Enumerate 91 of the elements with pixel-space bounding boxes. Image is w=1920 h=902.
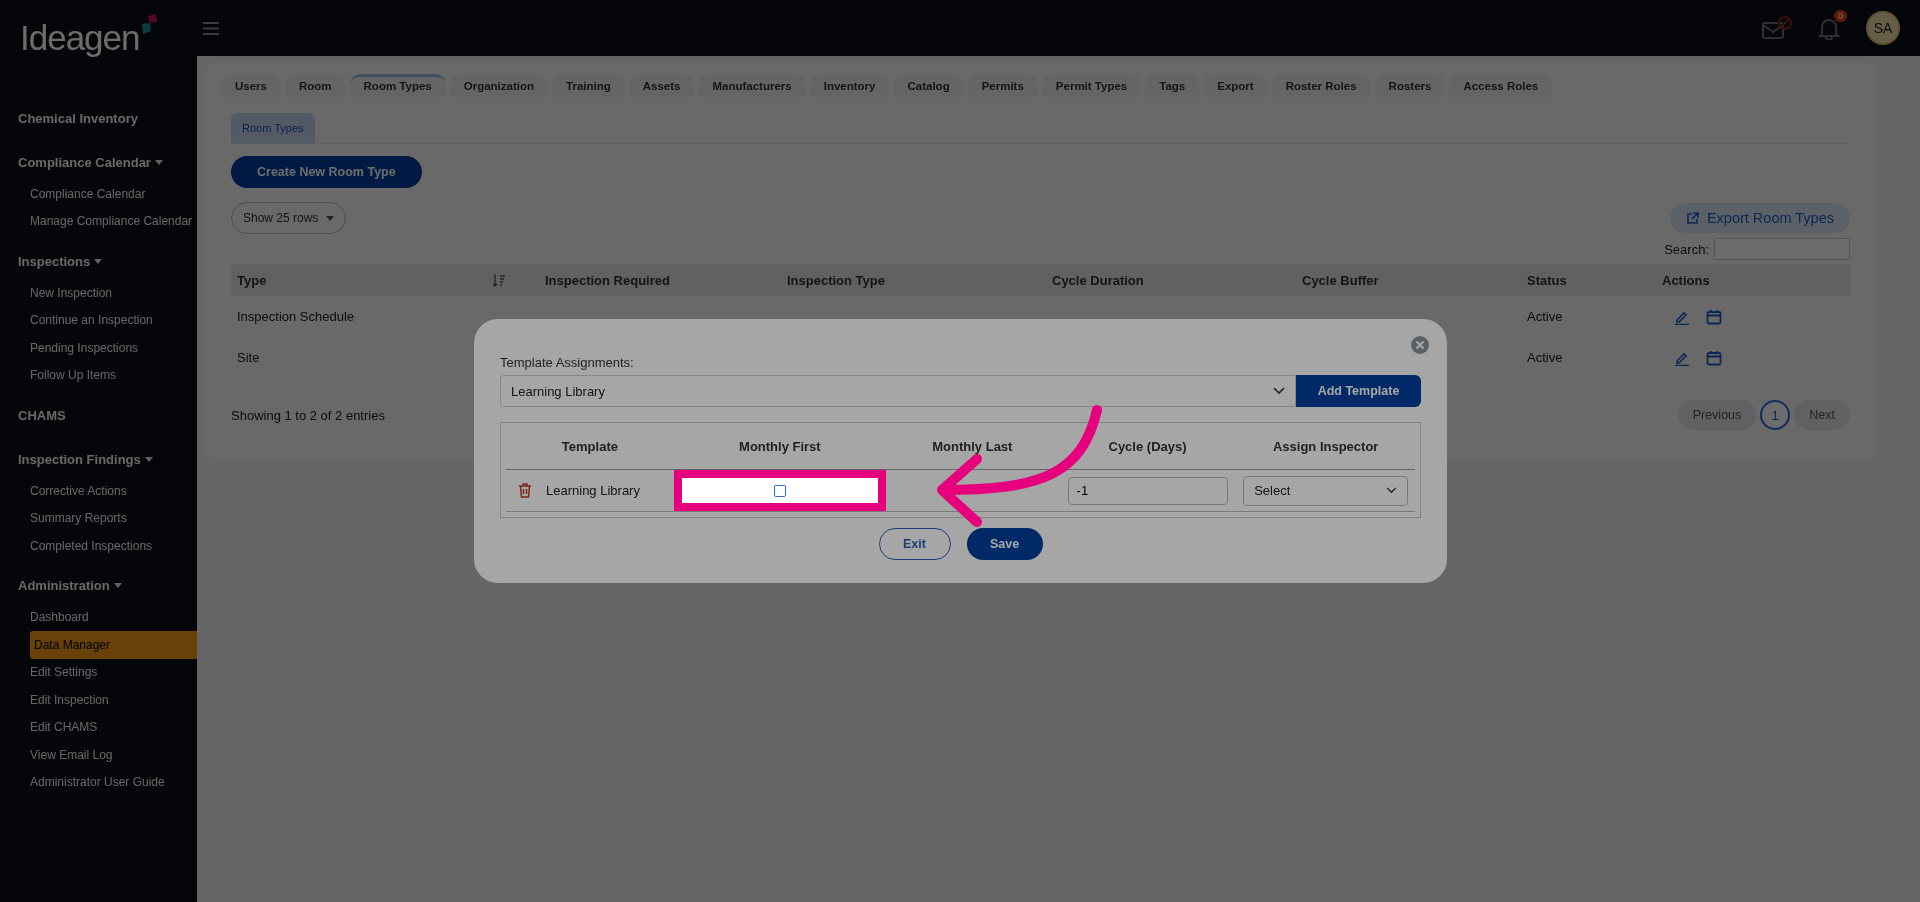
column-header[interactable]: Cycle Duration bbox=[1052, 272, 1144, 288]
sidebar-section-header[interactable]: Inspections bbox=[0, 247, 197, 275]
column-header: Monthly First bbox=[739, 438, 821, 454]
bell-icon[interactable] bbox=[1818, 16, 1840, 40]
sidebar-item[interactable]: Compliance Calendar bbox=[0, 180, 197, 208]
notification-badge: 0 bbox=[1834, 10, 1847, 22]
tab[interactable]: Room Types bbox=[349, 74, 446, 97]
sidebar-item[interactable]: View Email Log bbox=[0, 741, 197, 769]
column-header: Monthly Last bbox=[932, 438, 1013, 454]
tab[interactable]: Organization bbox=[449, 74, 548, 97]
logo-mark-icon bbox=[139, 14, 158, 36]
tab[interactable]: Rosters bbox=[1374, 74, 1446, 97]
tab[interactable]: Training bbox=[552, 74, 625, 97]
sidebar-item[interactable]: New Inspection bbox=[0, 279, 197, 307]
sidebar-item[interactable]: Continue an Inspection bbox=[0, 306, 197, 334]
sidebar-item[interactable]: Completed Inspections bbox=[0, 532, 197, 560]
sidebar-item[interactable]: Summary Reports bbox=[0, 504, 197, 532]
mail-icon[interactable] bbox=[1762, 16, 1792, 40]
sidebar-item[interactable]: Manage Compliance Calendar bbox=[0, 207, 197, 235]
calendar-icon[interactable] bbox=[1706, 308, 1722, 325]
sidebar-item[interactable]: Corrective Actions bbox=[0, 477, 197, 505]
exit-button[interactable]: Exit bbox=[878, 528, 951, 560]
column-header[interactable]: Inspection Required bbox=[545, 272, 670, 288]
export-icon bbox=[1685, 211, 1699, 225]
column-header: Assign Inspector bbox=[1272, 438, 1379, 454]
sidebar-section-header[interactable]: Inspection Findings bbox=[0, 445, 197, 473]
tab[interactable]: Assets bbox=[628, 74, 695, 97]
column-header: Template bbox=[561, 438, 618, 454]
previous-button[interactable]: Previous bbox=[1677, 400, 1757, 430]
search-label: Search: bbox=[1664, 241, 1709, 257]
column-header[interactable]: Cycle Buffer bbox=[1302, 272, 1379, 288]
entries-info: Showing 1 to 2 of 2 entries bbox=[231, 407, 385, 423]
sidebar-item[interactable]: Pending Inspections bbox=[0, 334, 197, 362]
table-cell: Active bbox=[1527, 350, 1563, 365]
table-cell: Site bbox=[237, 350, 260, 365]
column-header: Cycle (Days) bbox=[1108, 438, 1187, 454]
add-template-button[interactable]: Add Template bbox=[1296, 375, 1421, 407]
table-cell: Active bbox=[1527, 309, 1563, 324]
logo-text: Ideagen bbox=[20, 20, 140, 55]
column-header[interactable]: Inspection Type bbox=[787, 272, 885, 288]
page-button[interactable]: 1 bbox=[1760, 400, 1791, 430]
field-label: Template Assignments: bbox=[500, 355, 635, 370]
caret-icon bbox=[94, 258, 103, 264]
tab[interactable]: Roster Roles bbox=[1271, 74, 1371, 97]
template-dropdown[interactable]: Learning Library bbox=[500, 375, 1296, 407]
checkbox[interactable] bbox=[774, 484, 786, 497]
calendar-icon[interactable] bbox=[1706, 349, 1722, 366]
tab[interactable]: Users bbox=[221, 74, 281, 97]
trash-icon[interactable] bbox=[518, 483, 532, 498]
create-button[interactable]: Create New Room Type bbox=[231, 156, 422, 188]
tab[interactable]: Inventory bbox=[809, 74, 890, 97]
sidebar-section-header[interactable]: Administration bbox=[0, 571, 197, 600]
sidebar-item[interactable]: Administrator User Guide bbox=[0, 768, 197, 796]
inspector-dropdown[interactable]: Select bbox=[1243, 475, 1409, 506]
column-header[interactable]: Type bbox=[237, 272, 267, 288]
sidebar-item[interactable]: Follow Up Items bbox=[0, 361, 197, 389]
column-header[interactable]: Status bbox=[1527, 272, 1567, 288]
sidebar-section-header[interactable]: CHAMS bbox=[0, 401, 197, 429]
column-header[interactable]: Actions bbox=[1662, 272, 1710, 288]
sub-tab[interactable]: Room Types bbox=[231, 113, 315, 143]
tab[interactable]: Tags bbox=[1145, 74, 1200, 97]
sidebar-item[interactable]: Edit Settings bbox=[0, 658, 197, 686]
close-icon[interactable] bbox=[1411, 336, 1429, 354]
sidebar-section-header[interactable]: Chemical Inventory bbox=[0, 104, 197, 132]
sidebar-item[interactable]: Edit CHAMS bbox=[0, 713, 197, 741]
tab[interactable]: Export bbox=[1203, 74, 1268, 97]
tab[interactable]: Catalog bbox=[893, 74, 964, 97]
tab[interactable]: Manufacturers bbox=[698, 74, 806, 97]
caret-icon bbox=[113, 583, 122, 588]
chevron-down-icon bbox=[1386, 487, 1398, 494]
table-cell: Inspection Schedule bbox=[237, 309, 355, 324]
menu-icon[interactable] bbox=[203, 21, 219, 35]
caret-icon bbox=[144, 456, 153, 462]
caret-icon bbox=[154, 159, 163, 165]
cycle-days-field[interactable]: -1 bbox=[1067, 476, 1228, 505]
tab[interactable]: Permit Types bbox=[1041, 74, 1142, 97]
caret-icon bbox=[326, 215, 335, 221]
sidebar-item[interactable]: Dashboard bbox=[0, 603, 197, 631]
chevron-down-icon bbox=[1273, 387, 1285, 395]
export-button[interactable]: Export Room Types bbox=[1669, 203, 1850, 233]
save-button[interactable]: Save bbox=[966, 528, 1043, 560]
tab[interactable]: Access Roles bbox=[1449, 74, 1553, 97]
table-cell: Learning Library bbox=[546, 483, 640, 498]
sidebar-item[interactable]: Edit Inspection bbox=[0, 686, 197, 714]
sidebar-item[interactable]: Data Manager bbox=[30, 631, 197, 659]
tab[interactable]: Permits bbox=[967, 74, 1038, 97]
next-button[interactable]: Next bbox=[1794, 400, 1850, 430]
user-avatar[interactable]: SA bbox=[1866, 11, 1900, 45]
tab[interactable]: Room bbox=[284, 74, 346, 97]
sidebar-section-header[interactable]: Compliance Calendar bbox=[0, 148, 197, 176]
sort-icon[interactable] bbox=[492, 273, 506, 287]
